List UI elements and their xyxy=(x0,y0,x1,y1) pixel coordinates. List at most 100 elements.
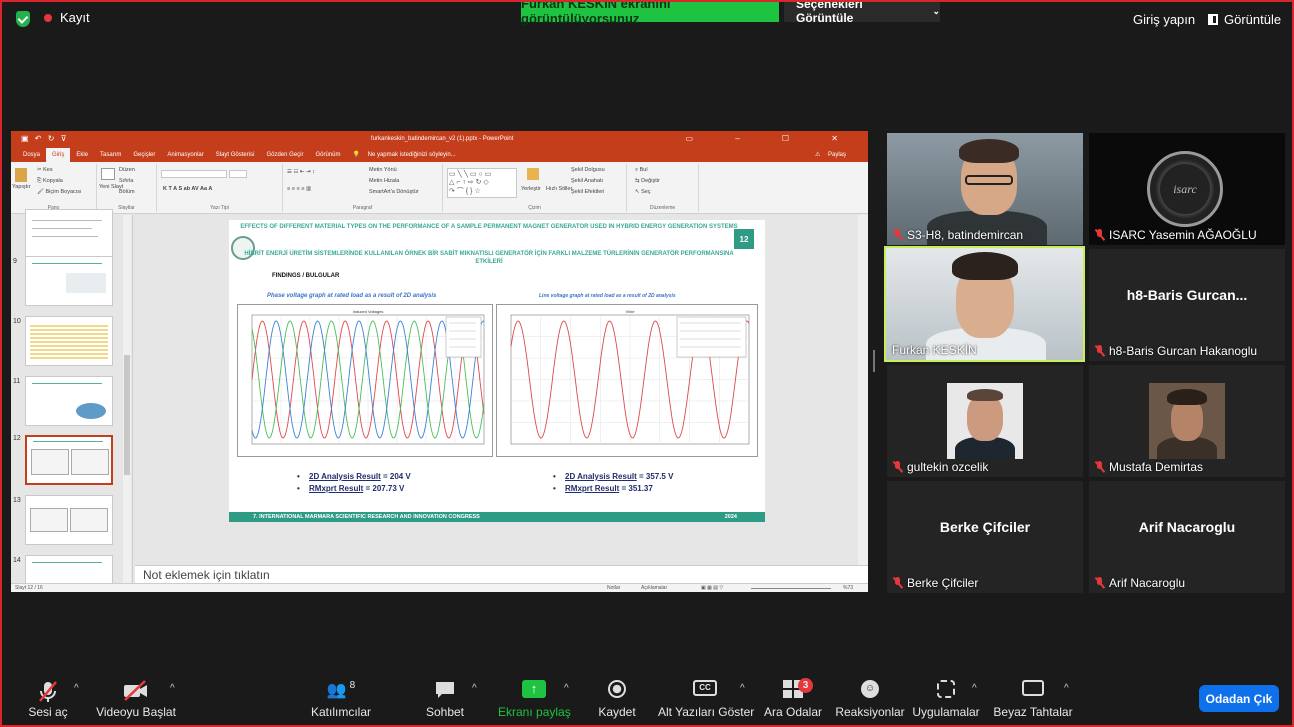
align-text-button[interactable]: Metin Hizala xyxy=(369,178,399,184)
shape-effects-button[interactable]: Şekil Efektleri xyxy=(571,189,604,195)
video-tile-berke[interactable]: Berke Çifciler Berke Çifciler xyxy=(887,481,1083,593)
video-tile-isarc[interactable]: isarc ISARC Yasemin AĞAOĞLU xyxy=(1089,133,1285,245)
start-video-button[interactable]: Videoyu Başlat xyxy=(92,670,180,727)
breakout-rooms-button[interactable]: 3 Ara Odalar xyxy=(762,670,824,727)
video-tile-mustafa[interactable]: Mustafa Demirtas xyxy=(1089,365,1285,477)
whiteboards-button[interactable]: Beyaz Tahtalar xyxy=(990,670,1076,727)
view-mode-icons[interactable]: ▣ ▦ ▤ ▽ xyxy=(701,585,723,591)
slide-thumbnail[interactable] xyxy=(25,209,113,259)
notes-toggle[interactable]: Notlar xyxy=(607,585,620,591)
video-options-caret[interactable]: ^ xyxy=(170,683,175,694)
mic-muted-icon xyxy=(893,229,902,241)
shape-outline-button[interactable]: Şekil Anahatı xyxy=(571,178,603,184)
left-result-rmxprt: • RMxprt Result = 207.73 V xyxy=(297,484,405,493)
record-label: Kayıt xyxy=(60,10,90,25)
tab-slideshow[interactable]: Slayt Gösterisi xyxy=(210,148,261,162)
tab-review[interactable]: Gözden Geçir xyxy=(260,148,309,162)
font-size-select[interactable] xyxy=(229,170,247,178)
splitter-handle[interactable] xyxy=(873,350,875,372)
slide-thumbnail-selected[interactable] xyxy=(25,435,113,485)
shape-fill-button[interactable]: Şekil Dolgusu xyxy=(571,167,605,173)
select-button[interactable]: ↖ Seç xyxy=(635,189,651,195)
find-button[interactable]: ⌕ Bul xyxy=(635,167,648,174)
comments-toggle[interactable]: Açıklamalar xyxy=(641,585,667,591)
ppt-share-button[interactable]: ⚠ Paylaş xyxy=(809,148,858,162)
video-tile-baris[interactable]: h8-Baris Gurcan... h8-Baris Gurcan Hakan… xyxy=(1089,249,1285,361)
share-options-caret[interactable]: ^ xyxy=(564,683,569,694)
captions-options-caret[interactable]: ^ xyxy=(740,683,745,694)
participants-button[interactable]: 👥 8 Katılımcılar xyxy=(306,670,376,727)
recording-indicator[interactable]: Kayıt xyxy=(44,10,90,25)
editor-scrollbar[interactable] xyxy=(858,215,868,583)
chat-button[interactable]: Sohbet xyxy=(420,670,470,727)
tab-transitions[interactable]: Geçişler xyxy=(127,148,161,162)
video-tile-furkan-active-speaker[interactable]: Furkan KESKİN xyxy=(884,246,1085,362)
footer-congress: 7. INTERNATIONAL MARMARA SCIENTIFIC RESE… xyxy=(253,514,480,520)
reset-button[interactable]: Sıfırla xyxy=(119,178,133,184)
captions-button[interactable]: CC Alt Yazıları Göster xyxy=(658,670,754,727)
caption-line-voltage: Line voltage graph at rated load as a re… xyxy=(539,293,676,299)
unmute-button[interactable]: Sesi aç xyxy=(20,670,76,727)
quick-access-icons[interactable]: ▣ ↶ ↻ ⊽ xyxy=(21,134,69,143)
quick-styles-label[interactable]: Hızlı Stiller xyxy=(546,186,572,192)
thumbnail-scrollbar[interactable] xyxy=(123,215,131,583)
new-slide-icon[interactable] xyxy=(101,168,115,180)
format-painter-button[interactable]: 🖌 Biçim Boyacısı xyxy=(37,189,82,195)
reactions-icon: ☺ xyxy=(861,680,879,698)
window-controls[interactable]: ▭ ‒ ☐ ✕ xyxy=(685,134,858,143)
slide-thumbnail[interactable] xyxy=(25,256,113,306)
arrange-label[interactable]: Yerleştir xyxy=(521,186,541,192)
text-direction-button[interactable]: Metin Yönü xyxy=(369,167,397,173)
tab-home[interactable]: Giriş xyxy=(46,148,71,162)
result-label: 2D Analysis Result xyxy=(565,472,637,481)
reactions-button[interactable]: ☺ Reaksiyonlar xyxy=(834,670,906,727)
slide-thumbnail[interactable] xyxy=(25,376,113,426)
audio-options-caret[interactable]: ^ xyxy=(74,683,79,694)
video-tile-batindemircan[interactable]: S3-H8, batindemircan xyxy=(887,133,1083,245)
font-format-buttons[interactable]: K T A S ab AV Aa A xyxy=(163,186,212,192)
video-tile-gultekin[interactable]: gultekin ozcelik xyxy=(887,365,1083,477)
copy-button[interactable]: ⎘ Kopyala xyxy=(37,178,63,185)
leave-meeting-button[interactable]: Odadan Çık xyxy=(1199,685,1279,712)
tab-design[interactable]: Tasarım xyxy=(94,148,127,162)
notes-pane[interactable]: Not eklemek için tıklatın xyxy=(135,565,868,583)
chat-options-caret[interactable]: ^ xyxy=(472,683,477,694)
view-button[interactable]: Görüntüle xyxy=(1208,12,1281,27)
zoom-slider[interactable] xyxy=(751,588,831,589)
layout-button[interactable]: Düzen xyxy=(119,167,135,173)
layout-view-icon xyxy=(1208,14,1218,25)
slide-canvas[interactable]: EFFECTS OF DIFFERENT MATERIAL TYPES ON T… xyxy=(229,220,765,522)
signin-link[interactable]: Giriş yapın xyxy=(1133,12,1195,27)
apps-options-caret[interactable]: ^ xyxy=(972,683,977,694)
arrange-icon[interactable] xyxy=(527,168,539,180)
plot-title: Induced Voltages xyxy=(353,309,384,314)
tell-me-search[interactable]: 💡 Ne yapmak istediğinizi söyleyin... xyxy=(346,148,467,162)
view-options-dropdown[interactable]: Seçenekleri Görüntüle ⌄ xyxy=(784,0,940,25)
record-button[interactable]: Kaydet xyxy=(592,670,642,727)
video-tile-arif[interactable]: Arif Nacaroglu Arif Nacaroglu xyxy=(1089,481,1285,593)
shapes-gallery[interactable]: ▭ ╲ ╲ ▭ ○ ▭ △ ⌐ ↑ ⇨ ↻ ◇ ↷ ⌒ { } ☆ xyxy=(447,168,517,198)
tab-file[interactable]: Dosya xyxy=(17,148,46,162)
whiteboard-options-caret[interactable]: ^ xyxy=(1064,683,1069,694)
font-family-select[interactable] xyxy=(161,170,227,178)
tab-animations[interactable]: Animasyonlar xyxy=(161,148,209,162)
scrollbar-thumb[interactable] xyxy=(124,355,130,475)
slide-thumbnail[interactable] xyxy=(25,495,113,545)
result-value: = 204 V xyxy=(382,472,411,481)
security-shield-icon[interactable] xyxy=(16,11,30,27)
slide-footer: 7. INTERNATIONAL MARMARA SCIENTIFIC RESE… xyxy=(229,512,765,522)
cut-button[interactable]: ✂ Kes xyxy=(37,167,53,173)
list-buttons[interactable]: ☰ ☷ ⇤ ⇥ ↕ xyxy=(287,169,315,175)
slide-thumbnail[interactable] xyxy=(25,316,113,366)
smartart-button[interactable]: SmartArt'a Dönüştür xyxy=(369,189,419,195)
paste-icon[interactable] xyxy=(15,168,27,182)
share-screen-button[interactable]: ↑ Ekranı paylaş xyxy=(498,670,571,727)
section-button[interactable]: Bölüm xyxy=(119,189,135,195)
tab-view[interactable]: Görünüm xyxy=(309,148,346,162)
paste-label[interactable]: Yapıştır xyxy=(12,184,31,190)
align-buttons[interactable]: ≡ ≡ ≡ ≡ ▥ xyxy=(287,186,311,192)
replace-button[interactable]: ⇆ Değiştir xyxy=(635,178,660,184)
apps-button[interactable]: Uygulamalar xyxy=(910,670,982,727)
zoom-level[interactable]: %73 xyxy=(843,585,853,591)
tab-insert[interactable]: Ekle xyxy=(70,148,94,162)
